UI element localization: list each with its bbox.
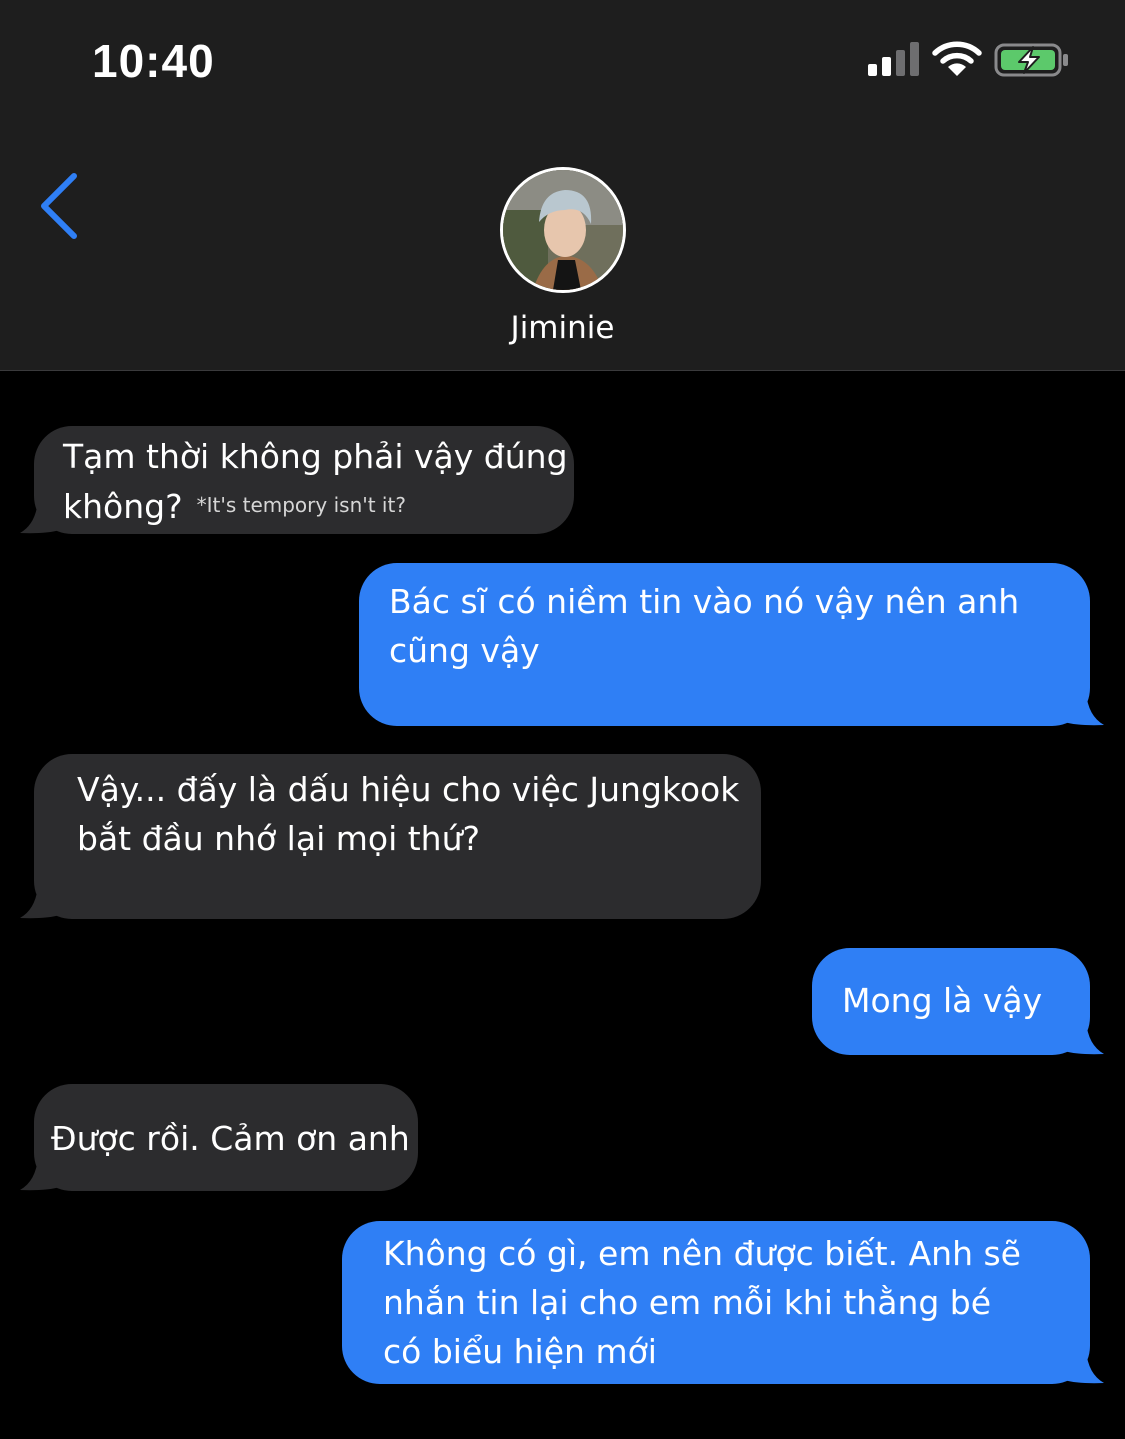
bubble-tail (1064, 692, 1104, 726)
message-text: Được rồi. Cảm ơn anh (51, 1119, 410, 1158)
battery-charging-icon (994, 43, 1068, 77)
contact-name[interactable]: Jiminie (0, 310, 1125, 346)
bubble-tail (20, 1157, 60, 1191)
status-time: 10:40 (92, 35, 215, 87)
message-text: Mong là vậy (842, 981, 1043, 1020)
message-text: Không có gì, em nên được biết. Anh sẽ nh… (383, 1234, 1021, 1371)
wifi-icon (932, 41, 982, 76)
contact-avatar[interactable] (500, 167, 626, 293)
bubble-tail (20, 500, 60, 534)
incoming-message-bubble[interactable]: Tạm thời không phải vậy đúng không? *It's… (20, 426, 574, 534)
conversation-header: 10:40 Jiminie (0, 0, 1125, 371)
bubble-tail (1064, 1021, 1104, 1055)
incoming-message-bubble[interactable]: Vậy... đấy là dấu hiệu cho việc Jungkook… (20, 754, 761, 919)
back-button[interactable] (30, 168, 90, 244)
outgoing-message-bubble[interactable]: Bác sĩ có niềm tin vào nó vậy nên anh cũ… (359, 563, 1104, 726)
outgoing-message-bubble[interactable]: Không có gì, em nên được biết. Anh sẽ nh… (342, 1221, 1104, 1384)
chevron-left-icon (41, 173, 77, 239)
message-text: Bác sĩ có niềm tin vào nó vậy nên anh cũ… (389, 582, 1020, 670)
cellular-signal-icon (868, 42, 919, 76)
translation-note: *It's tempory isn't it? (196, 493, 406, 517)
message-text: Vậy... đấy là dấu hiệu cho việc Jungkook… (77, 770, 740, 858)
avatar-photo (503, 170, 623, 290)
bubble-tail (20, 885, 60, 919)
incoming-message-bubble[interactable]: Được rồi. Cảm ơn anh (20, 1084, 418, 1191)
bubble-tail (1064, 1350, 1104, 1384)
outgoing-message-bubble[interactable]: Mong là vậy (812, 948, 1104, 1055)
